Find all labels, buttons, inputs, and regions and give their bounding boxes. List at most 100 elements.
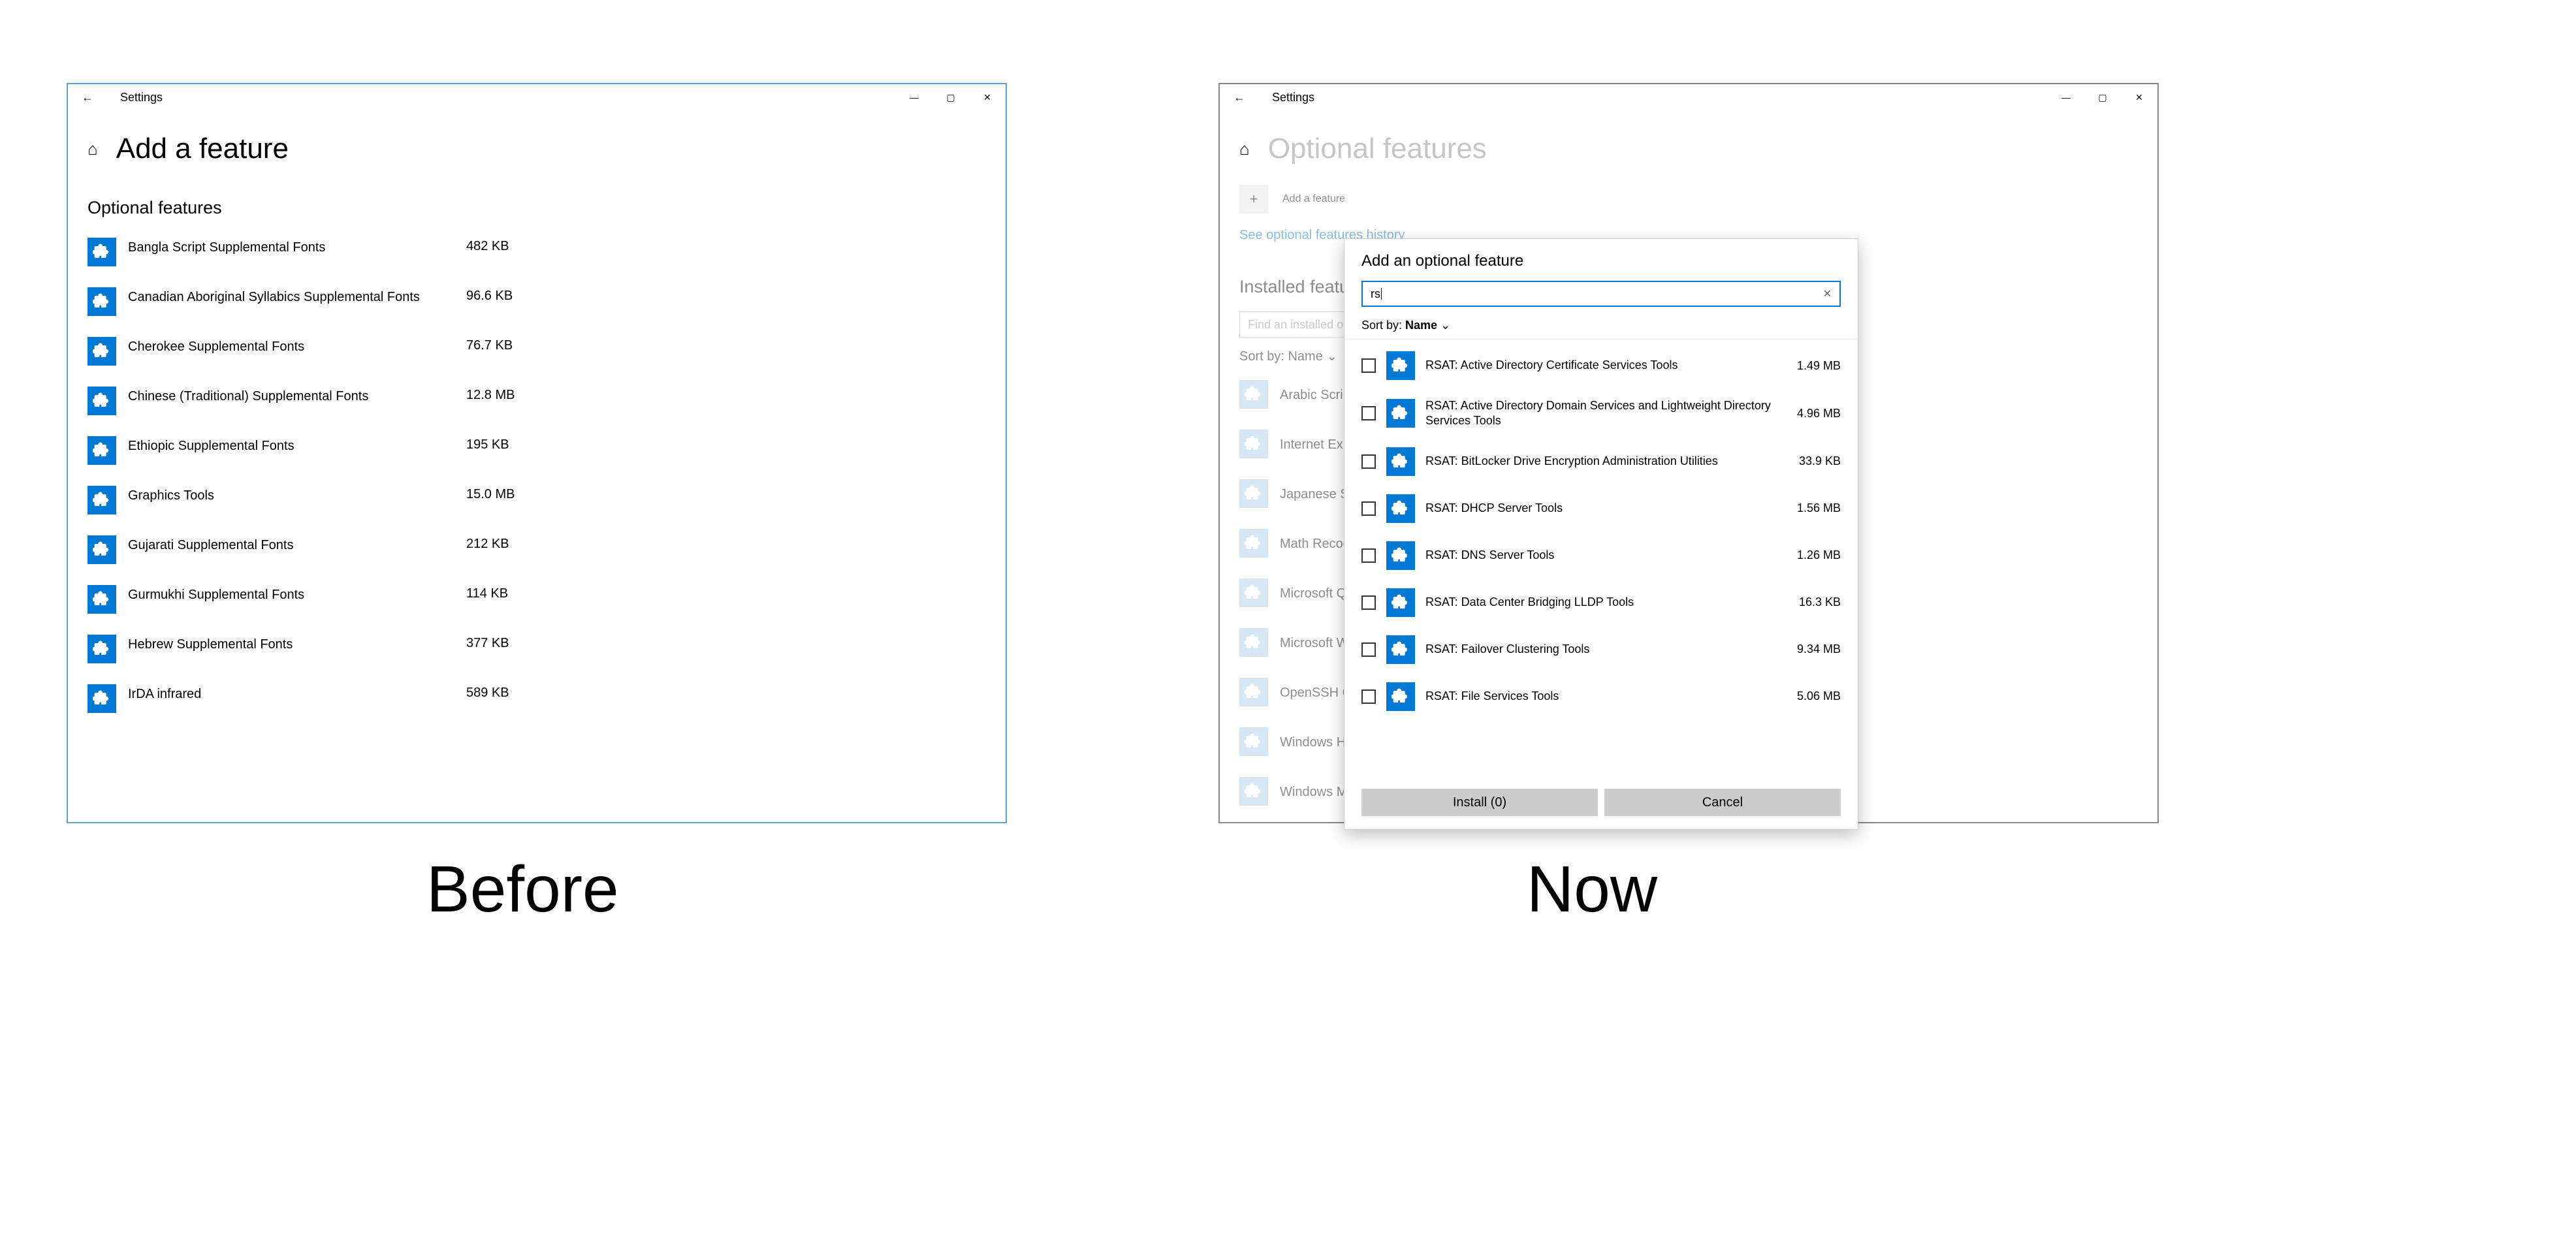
feature-size: 1.26 MB (1797, 548, 1841, 562)
titlebar: ← Settings — ▢ ✕ (68, 84, 1006, 110)
maximize-button[interactable]: ▢ (2084, 84, 2121, 110)
feature-row[interactable]: Ethiopic Supplemental Fonts 195 KB (87, 426, 986, 475)
minimize-button[interactable]: — (2048, 84, 2084, 110)
feature-name: RSAT: File Services Tools (1425, 689, 1787, 704)
page-title: Optional features (1268, 133, 1487, 165)
before-window: ← Settings — ▢ ✕ ⌂ Add a feature Optiona… (67, 83, 1007, 823)
puzzle-icon (1386, 588, 1415, 617)
feature-size: 195 KB (466, 436, 509, 452)
minimize-button[interactable]: — (896, 84, 932, 110)
checkbox[interactable] (1361, 595, 1376, 610)
puzzle-icon (87, 287, 116, 316)
home-icon[interactable]: ⌂ (1239, 139, 1250, 159)
puzzle-icon (87, 535, 116, 564)
feature-size: 482 KB (466, 238, 509, 254)
puzzle-icon (1386, 494, 1415, 523)
checkbox[interactable] (1361, 454, 1376, 469)
checkbox[interactable] (1361, 501, 1376, 516)
feature-row[interactable]: IrDA infrared 589 KB (87, 674, 986, 723)
puzzle-icon (1239, 380, 1268, 409)
feature-size: 12.8 MB (466, 387, 515, 403)
feature-size: 1.49 MB (1797, 359, 1841, 373)
puzzle-icon (1386, 682, 1415, 711)
checkbox[interactable] (1361, 689, 1376, 704)
feature-row[interactable]: Canadian Aboriginal Syllabics Supplement… (87, 277, 986, 326)
install-button[interactable]: Install (0) (1361, 789, 1598, 816)
feature-size: 76.7 KB (466, 337, 513, 353)
dialog-row[interactable]: RSAT: Active Directory Certificate Servi… (1361, 342, 1841, 389)
feature-row[interactable]: Chinese (Traditional) Supplemental Fonts… (87, 376, 986, 426)
feature-size: 114 KB (466, 585, 508, 601)
feature-row[interactable]: Gujarati Supplemental Fonts 212 KB (87, 525, 986, 575)
titlebar: ← Settings — ▢ ✕ (1220, 84, 2157, 110)
feature-name: RSAT: DNS Server Tools (1425, 548, 1787, 563)
app-name: Settings (120, 91, 163, 104)
dialog-search-input[interactable]: rs ✕ (1361, 281, 1841, 307)
puzzle-icon (87, 585, 116, 614)
dialog-feature-list: RSAT: Active Directory Certificate Servi… (1344, 340, 1858, 777)
dialog-row[interactable]: RSAT: BitLocker Drive Encryption Adminis… (1361, 438, 1841, 485)
feature-row[interactable]: Cherokee Supplemental Fonts 76.7 KB (87, 326, 986, 376)
clear-search-icon[interactable]: ✕ (1823, 287, 1832, 300)
chevron-down-icon: ⌄ (1326, 349, 1337, 364)
feature-name: Bangla Script Supplemental Fonts (128, 238, 454, 256)
checkbox[interactable] (1361, 406, 1376, 420)
plus-icon: + (1239, 185, 1268, 213)
puzzle-icon (1239, 727, 1268, 756)
checkbox[interactable] (1361, 642, 1376, 657)
feature-name: Chinese (Traditional) Supplemental Fonts (128, 387, 454, 405)
feature-size: 15.0 MB (466, 486, 515, 502)
feature-name: Gujarati Supplemental Fonts (128, 535, 454, 554)
puzzle-icon (87, 635, 116, 663)
feature-size: 5.06 MB (1797, 689, 1841, 703)
feature-row[interactable]: Bangla Script Supplemental Fonts 482 KB (87, 227, 986, 277)
home-icon[interactable]: ⌂ (87, 139, 98, 159)
page-header: ⌂ Optional features (1220, 110, 2157, 172)
checkbox[interactable] (1361, 548, 1376, 563)
dialog-row[interactable]: RSAT: Data Center Bridging LLDP Tools 16… (1361, 579, 1841, 626)
feature-size: 96.6 KB (466, 287, 513, 304)
puzzle-icon (1239, 430, 1268, 458)
feature-row[interactable]: Graphics Tools 15.0 MB (87, 475, 986, 525)
dialog-row[interactable]: RSAT: Failover Clustering Tools 9.34 MB (1361, 626, 1841, 673)
feature-size: 33.9 KB (1799, 454, 1841, 468)
feature-size: 377 KB (466, 635, 509, 651)
page-title: Add a feature (116, 133, 289, 165)
puzzle-icon (1386, 447, 1415, 476)
add-feature-button[interactable]: + Add a feature (1220, 178, 2157, 220)
cancel-button[interactable]: Cancel (1604, 789, 1841, 816)
feature-row[interactable]: Hebrew Supplemental Fonts 377 KB (87, 624, 986, 674)
dialog-row[interactable]: RSAT: DNS Server Tools 1.26 MB (1361, 532, 1841, 579)
back-button[interactable]: ← (80, 91, 95, 104)
dialog-title: Add an optional feature (1344, 239, 1858, 277)
puzzle-icon (1239, 678, 1268, 706)
puzzle-icon (87, 337, 116, 366)
checkbox[interactable] (1361, 358, 1376, 373)
dialog-row[interactable]: RSAT: Active Directory Domain Services a… (1361, 389, 1841, 438)
feature-name: Hebrew Supplemental Fonts (128, 635, 454, 653)
dialog-sort-control[interactable]: Sort by: Name ⌄ (1344, 313, 1858, 340)
feature-name: Cherokee Supplemental Fonts (128, 337, 454, 355)
feature-size: 9.34 MB (1797, 642, 1841, 656)
maximize-button[interactable]: ▢ (932, 84, 969, 110)
puzzle-icon (1386, 541, 1415, 570)
dialog-row[interactable]: RSAT: File Services Tools 5.06 MB (1361, 673, 1841, 720)
puzzle-icon (1239, 578, 1268, 607)
puzzle-icon (87, 486, 116, 514)
now-caption: Now (1527, 852, 1657, 927)
puzzle-icon (87, 436, 116, 465)
close-button[interactable]: ✕ (2121, 84, 2157, 110)
app-name: Settings (1272, 91, 1314, 104)
puzzle-icon (87, 684, 116, 713)
puzzle-icon (1386, 399, 1415, 428)
close-button[interactable]: ✕ (969, 84, 1006, 110)
dialog-row[interactable]: RSAT: DHCP Server Tools 1.56 MB (1361, 485, 1841, 532)
feature-size: 1.56 MB (1797, 501, 1841, 515)
feature-name: RSAT: Active Directory Certificate Servi… (1425, 358, 1787, 373)
now-window: ← Settings — ▢ ✕ ⌂ Optional features + A… (1218, 83, 2159, 823)
back-button[interactable]: ← (1232, 91, 1247, 104)
puzzle-icon (1239, 628, 1268, 657)
puzzle-icon (1386, 635, 1415, 664)
feature-row[interactable]: Gurmukhi Supplemental Fonts 114 KB (87, 575, 986, 624)
feature-name: RSAT: DHCP Server Tools (1425, 501, 1787, 516)
